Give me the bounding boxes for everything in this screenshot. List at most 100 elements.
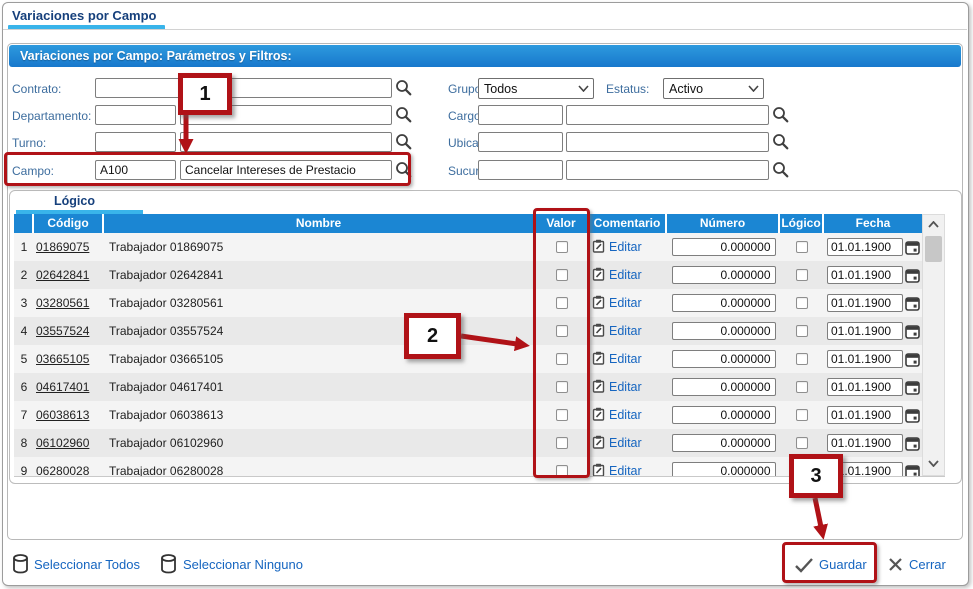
editar-link[interactable]: Editar: [609, 408, 642, 422]
cargo-code-input[interactable]: [478, 105, 563, 125]
logico-checkbox[interactable]: [796, 437, 808, 449]
campo-name-input[interactable]: [180, 160, 392, 180]
close-button[interactable]: Cerrar: [909, 557, 946, 572]
contrato-search-icon[interactable]: [395, 79, 412, 96]
valor-checkbox[interactable]: [556, 381, 568, 393]
numero-input[interactable]: [672, 350, 776, 368]
select-none-button[interactable]: Seleccionar Ninguno: [183, 557, 307, 572]
turno-code-input[interactable]: [95, 132, 176, 152]
fecha-input[interactable]: [827, 434, 903, 452]
valor-checkbox[interactable]: [556, 241, 568, 253]
worker-code-link[interactable]: 01869075: [36, 240, 89, 254]
fecha-input[interactable]: [827, 294, 903, 312]
departamento-search-icon[interactable]: [395, 106, 412, 123]
valor-checkbox[interactable]: [556, 325, 568, 337]
col-header-logico[interactable]: Lógico: [780, 214, 824, 233]
sucursal-search-icon[interactable]: [772, 161, 789, 178]
worker-code-link[interactable]: 03280561: [36, 296, 89, 310]
calendar-icon[interactable]: [905, 380, 920, 395]
worker-code-link[interactable]: 03557524: [36, 324, 89, 338]
turno-search-icon[interactable]: [395, 133, 412, 150]
worker-name: Trabajador 03557524: [104, 317, 535, 345]
worker-code-link[interactable]: 04617401: [36, 380, 89, 394]
numero-input[interactable]: [672, 434, 776, 452]
table-scrollbar[interactable]: [922, 214, 945, 476]
logico-checkbox[interactable]: [796, 409, 808, 421]
logico-checkbox[interactable]: [796, 297, 808, 309]
numero-input[interactable]: [672, 294, 776, 312]
contrato-input[interactable]: [95, 78, 392, 98]
worker-code-link[interactable]: 06038613: [36, 408, 89, 422]
fecha-input[interactable]: [827, 266, 903, 284]
col-header-nombre[interactable]: Nombre: [104, 214, 535, 233]
grupo-select[interactable]: Todos: [478, 78, 594, 99]
ubicacion-code-input[interactable]: [478, 132, 563, 152]
valor-checkbox[interactable]: [556, 409, 568, 421]
logico-checkbox[interactable]: [796, 381, 808, 393]
col-header-valor[interactable]: Valor: [535, 214, 589, 233]
editar-link[interactable]: Editar: [609, 464, 642, 476]
fecha-input[interactable]: [827, 378, 903, 396]
logico-checkbox[interactable]: [796, 353, 808, 365]
campo-code-input[interactable]: [95, 160, 176, 180]
numero-input[interactable]: [672, 322, 776, 340]
editar-link[interactable]: Editar: [609, 352, 642, 366]
sucursal-code-input[interactable]: [478, 160, 563, 180]
cargo-search-icon[interactable]: [772, 106, 789, 123]
editar-link[interactable]: Editar: [609, 296, 642, 310]
fecha-input[interactable]: [827, 322, 903, 340]
logico-checkbox[interactable]: [796, 241, 808, 253]
worker-code-link[interactable]: 06280028: [36, 464, 89, 476]
worker-code-link[interactable]: 03665105: [36, 352, 89, 366]
tab-variaciones-por-campo[interactable]: Variaciones por Campo: [12, 8, 157, 23]
editar-link[interactable]: Editar: [609, 268, 642, 282]
calendar-icon[interactable]: [905, 324, 920, 339]
col-header-numero[interactable]: Número: [667, 214, 780, 233]
cargo-name-input[interactable]: [566, 105, 769, 125]
valor-checkbox[interactable]: [556, 297, 568, 309]
col-header-fecha[interactable]: Fecha: [824, 214, 922, 233]
editar-link[interactable]: Editar: [609, 240, 642, 254]
fecha-input[interactable]: [827, 350, 903, 368]
worker-code-link[interactable]: 02642841: [36, 268, 89, 282]
calendar-icon[interactable]: [905, 352, 920, 367]
estatus-select[interactable]: Activo: [663, 78, 764, 99]
valor-checkbox[interactable]: [556, 465, 568, 476]
turno-name-input[interactable]: [180, 132, 392, 152]
ubicacion-search-icon[interactable]: [772, 133, 789, 150]
logico-checkbox[interactable]: [796, 325, 808, 337]
numero-input[interactable]: [672, 266, 776, 284]
calendar-icon[interactable]: [905, 408, 920, 423]
departamento-code-input[interactable]: [95, 105, 176, 125]
worker-code-link[interactable]: 06102960: [36, 436, 89, 450]
tab-logico[interactable]: Lógico: [54, 194, 95, 208]
sucursal-name-input[interactable]: [566, 160, 769, 180]
scroll-up-button[interactable]: [923, 215, 944, 234]
valor-checkbox[interactable]: [556, 437, 568, 449]
editar-link[interactable]: Editar: [609, 324, 642, 338]
fecha-input[interactable]: [827, 406, 903, 424]
select-all-button[interactable]: Seleccionar Todos: [34, 557, 140, 572]
campo-search-icon[interactable]: [395, 161, 412, 178]
valor-checkbox[interactable]: [556, 269, 568, 281]
calendar-icon[interactable]: [905, 240, 920, 255]
numero-input[interactable]: [672, 238, 776, 256]
calendar-icon[interactable]: [905, 464, 920, 477]
numero-input[interactable]: [672, 462, 776, 476]
calendar-icon[interactable]: [905, 268, 920, 283]
numero-input[interactable]: [672, 378, 776, 396]
logico-checkbox[interactable]: [796, 269, 808, 281]
ubicacion-name-input[interactable]: [566, 132, 769, 152]
calendar-icon[interactable]: [905, 436, 920, 451]
save-button[interactable]: Guardar: [819, 557, 867, 572]
fecha-input[interactable]: [827, 238, 903, 256]
scroll-down-button[interactable]: [923, 453, 944, 473]
numero-input[interactable]: [672, 406, 776, 424]
editar-link[interactable]: Editar: [609, 436, 642, 450]
calendar-icon[interactable]: [905, 296, 920, 311]
valor-checkbox[interactable]: [556, 353, 568, 365]
scrollbar-thumb[interactable]: [925, 236, 942, 262]
editar-link[interactable]: Editar: [609, 380, 642, 394]
col-header-codigo[interactable]: Código: [34, 214, 104, 233]
col-header-comentario[interactable]: Comentario: [589, 214, 667, 233]
